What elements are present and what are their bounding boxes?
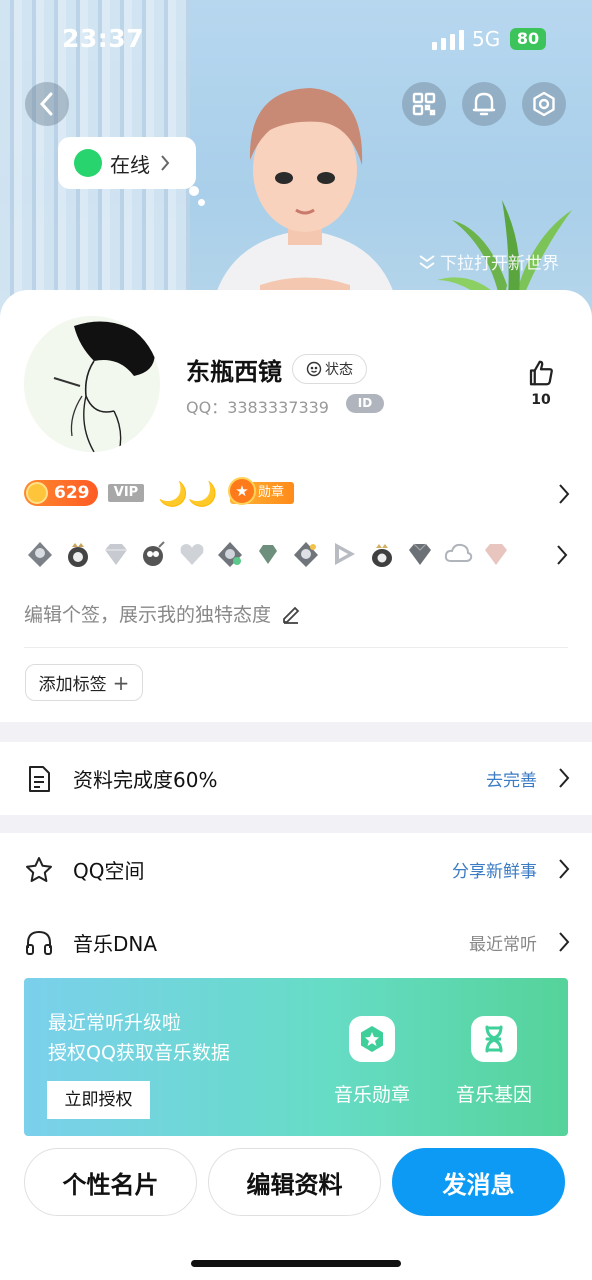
chevron-right-icon[interactable]	[556, 544, 568, 566]
authorize-button[interactable]: 立即授权	[47, 1081, 150, 1119]
smile-add-icon	[306, 361, 322, 377]
bubble-tail-small	[198, 199, 205, 206]
medal-label: 勋章	[258, 485, 285, 500]
signature-placeholder: 编辑个签，展示我的独特态度	[24, 604, 272, 626]
penguin-sun-icon	[290, 539, 321, 570]
coin-badge: 629	[24, 480, 98, 506]
chevron-right-icon	[559, 859, 570, 879]
music-card-line2: 授权QQ获取音乐数据	[48, 1042, 230, 1064]
share-news-link[interactable]: 分享新鲜事	[452, 857, 537, 882]
signal-icon	[432, 30, 464, 50]
recently-played-link[interactable]: 最近常听	[469, 930, 537, 955]
bomb-icon	[138, 539, 169, 570]
back-icon	[39, 92, 53, 116]
coin-value: 629	[54, 483, 90, 503]
like-count: 10	[531, 392, 551, 408]
game-icons-row[interactable]	[24, 538, 544, 570]
music-card-line1: 最近常听升级啦	[48, 1012, 182, 1034]
network-type: 5G	[472, 27, 501, 51]
chevron-right-icon	[559, 484, 570, 504]
send-message-button[interactable]: 发消息	[392, 1148, 565, 1216]
profile-card: 东瓶西镜 状态 QQ：3383337339 ID 10 629 VIP 🌙🌙 ★…	[0, 290, 592, 722]
add-tag-label: 添加标签	[38, 675, 107, 695]
bell-icon	[472, 92, 496, 116]
pencil-icon	[283, 606, 300, 624]
diamond-green-icon	[252, 539, 283, 570]
profile-cover[interactable]: 23:37 5G 80 在线 下拉打开新世界	[0, 0, 592, 320]
gear-icon	[533, 91, 555, 117]
penguin-king-icon	[366, 539, 397, 570]
completion-section: 资料完成度60% 去完善	[0, 742, 592, 815]
status-time: 23:37	[62, 24, 145, 53]
vip-badge: VIP	[108, 484, 144, 502]
penguin-crown-icon	[62, 539, 93, 570]
avatar-illustration	[24, 316, 160, 452]
online-dot-icon	[74, 149, 102, 177]
chevron-right-icon	[161, 155, 170, 171]
profile-completion-label: 资料完成度60%	[73, 767, 218, 792]
play-icon	[328, 539, 359, 570]
moon-level-icon: 🌙🌙	[158, 480, 218, 508]
signature-editor[interactable]: 编辑个签，展示我的独特态度	[24, 600, 301, 627]
qzone-row[interactable]: QQ空间 分享新鲜事	[0, 839, 592, 899]
profile-card-button[interactable]: 个性名片	[24, 1148, 197, 1216]
medal-badge: ★ 勋章	[228, 477, 294, 505]
online-status-label: 在线	[110, 152, 150, 177]
music-authorize-card: 最近常听升级啦 授权QQ获取音乐数据 立即授权 音乐勋章 音乐基因	[24, 978, 568, 1136]
profile-completion-row[interactable]: 资料完成度60% 去完善	[0, 748, 592, 808]
bubble-tail	[189, 186, 199, 196]
thumbs-up-icon[interactable]	[526, 358, 556, 388]
diamond-silver-icon	[100, 539, 131, 570]
qzone-label: QQ空间	[73, 858, 145, 883]
double-chevron-down-icon	[419, 254, 435, 269]
heart-silver-icon	[176, 539, 207, 570]
chevron-right-icon	[559, 932, 570, 952]
status-button[interactable]: 状态	[292, 354, 367, 384]
id-badge[interactable]: ID	[346, 394, 384, 413]
home-indicator[interactable]	[191, 1260, 401, 1267]
star-medal-icon: ★	[228, 477, 256, 505]
battery-level: 80	[510, 28, 546, 50]
star-icon	[26, 857, 52, 882]
music-medal-icon[interactable]	[349, 1016, 395, 1062]
qq-number[interactable]: QQ：3383337339	[186, 394, 329, 418]
divider	[24, 647, 568, 648]
music-gene-icon[interactable]	[471, 1016, 517, 1062]
bottom-action-bar: 个性名片 编辑资料 发消息	[0, 1136, 592, 1280]
music-dna-row[interactable]: 音乐DNA 最近常听	[0, 912, 592, 972]
plus-icon: +	[112, 670, 130, 695]
diamond-dark-icon	[404, 539, 435, 570]
diamond-pink-icon	[480, 539, 511, 570]
status-bar: 23:37 5G 80	[0, 0, 592, 80]
music-gene-label[interactable]: 音乐基因	[444, 1080, 544, 1107]
add-tag-button[interactable]: 添加标签 +	[25, 664, 143, 701]
penguin-green-icon	[214, 539, 245, 570]
status-button-label: 状态	[325, 362, 353, 378]
notification-button[interactable]	[462, 82, 506, 126]
online-status-bubble[interactable]: 在线	[58, 137, 196, 189]
avatar-3d-figure	[210, 88, 400, 320]
penguin-gray-icon	[24, 539, 55, 570]
cloud-icon	[442, 539, 473, 570]
music-dna-label: 音乐DNA	[73, 931, 158, 956]
music-medal-label[interactable]: 音乐勋章	[322, 1080, 422, 1107]
avatar[interactable]	[24, 316, 160, 452]
coin-icon	[26, 482, 48, 504]
headphones-icon	[26, 930, 52, 955]
nickname: 东瓶西镜	[186, 358, 282, 386]
qr-code-icon	[412, 92, 436, 116]
pull-hint-text: 下拉打开新世界	[440, 254, 559, 274]
qr-code-button[interactable]	[402, 82, 446, 126]
back-button[interactable]	[25, 82, 69, 126]
settings-button[interactable]	[522, 82, 566, 126]
pull-down-hint: 下拉打开新世界	[418, 249, 559, 274]
chevron-right-icon	[559, 768, 570, 788]
edit-profile-button[interactable]: 编辑资料	[208, 1148, 381, 1216]
document-icon	[29, 766, 50, 792]
privilege-row[interactable]: 629 VIP 🌙🌙 ★ 勋章	[24, 477, 570, 508]
complete-profile-link[interactable]: 去完善	[486, 766, 537, 791]
